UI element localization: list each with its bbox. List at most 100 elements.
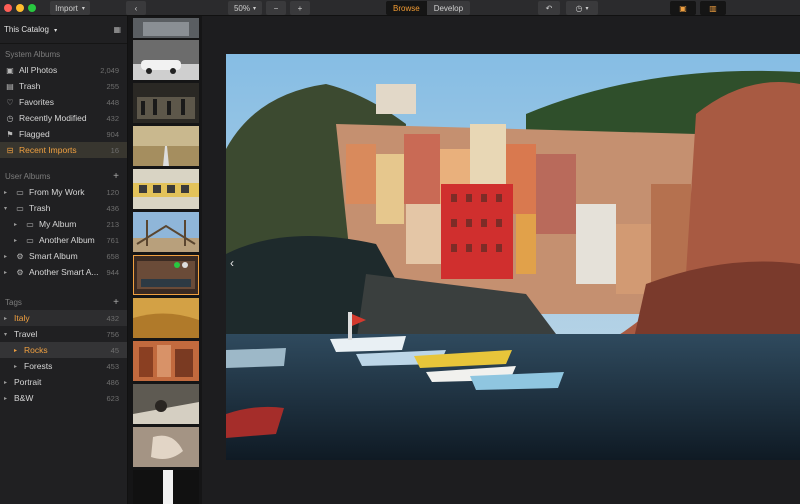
chevron-down-icon: ▾ [585,5,589,12]
main-photo[interactable] [226,54,800,460]
disclosure-icon[interactable]: ▸ [4,269,10,276]
tab-develop[interactable]: Develop [426,1,471,15]
thumbnail[interactable] [133,427,199,467]
disclosure-icon[interactable]: ▸ [14,363,20,370]
heart-icon: ♡ [6,97,14,107]
panel-icon: ▣ [679,3,687,13]
album-count: 944 [106,267,119,277]
album-label: All Photos [19,65,58,75]
thumbnail[interactable] [133,126,199,166]
album-from-my-work[interactable]: ▸ ▭ From My Work 120 [0,184,127,200]
album-trash[interactable]: ▤ Trash 255 [0,78,127,94]
album-recently-modified[interactable]: ◷ Recently Modified 432 [0,110,127,126]
plus-icon[interactable]: + [113,297,119,308]
back-button[interactable]: ‹ [126,1,146,15]
import-label: Import [55,3,78,13]
user-albums-header: User Albums + [0,168,127,184]
close-window-button[interactable] [4,3,12,12]
thumbnail[interactable] [133,255,199,295]
minimize-window-button[interactable] [16,3,24,12]
thumbnail[interactable] [133,18,199,38]
trash-icon: ▤ [6,81,14,91]
thumbnail[interactable] [133,83,199,123]
album-user-trash[interactable]: ▾ ▭ Trash 436 [0,200,127,216]
thumbnail[interactable] [133,341,199,381]
thumbnail[interactable] [133,40,199,80]
tag-label: Forests [24,361,53,371]
import-button[interactable]: Import ▾ [50,1,90,15]
album-label: From My Work [29,187,85,197]
tab-browse[interactable]: Browse [386,1,427,15]
import-icon: ⊟ [6,145,14,155]
album-count: 16 [110,145,119,155]
disclosure-icon[interactable]: ▸ [4,315,10,322]
album-count: 904 [106,129,119,139]
zoom-window-button[interactable] [28,3,36,12]
album-smart-album[interactable]: ▸ ⚙ Smart Album 658 [0,248,127,264]
album-my-album[interactable]: ▸ ▭ My Album 213 [0,216,127,232]
compare-view-button[interactable]: ▥ [700,1,726,15]
thumbnail[interactable] [133,212,199,252]
disclosure-icon[interactable]: ▸ [4,395,10,402]
tag-forests[interactable]: ▸ Forests 453 [0,358,127,374]
album-count: 658 [106,251,119,261]
tag-count: 486 [106,377,119,387]
single-view-button[interactable]: ▣ [670,1,696,15]
tag-italy[interactable]: ▸ Italy 432 [0,310,127,326]
album-label: Flagged [19,129,50,139]
tag-rocks[interactable]: ▸ Rocks 45 [0,342,127,358]
album-label: Another Smart A... [29,267,99,277]
undo-icon: ↶ [545,3,553,13]
tag-bw[interactable]: ▸ B&W 623 [0,390,127,406]
zoom-out-button[interactable]: − [266,1,286,15]
disclosure-icon[interactable]: ▸ [4,379,10,386]
history-button[interactable]: ◷ ▾ [566,1,598,15]
system-albums-title: System Albums [5,49,61,59]
tag-count: 756 [106,329,119,339]
disclosure-icon[interactable]: ▸ [14,237,20,244]
album-count: 120 [106,187,119,197]
album-label: Another Album [39,235,95,245]
chevron-down-icon: ▾ [81,5,85,12]
tag-label: Rocks [24,345,48,355]
disclosure-icon[interactable]: ▸ [14,347,20,354]
disclosure-icon[interactable]: ▸ [14,221,20,228]
chevron-down-icon: ▾ [253,5,257,12]
thumbnail[interactable] [133,169,199,209]
tags-title: Tags [5,297,22,307]
plus-icon: + [297,3,303,13]
photo-viewer: ‹ [202,16,800,504]
calendar-icon[interactable]: ▦ [113,25,121,34]
thumbnail[interactable] [133,384,199,424]
smart-album-icon: ⚙ [16,251,24,261]
undo-button[interactable]: ↶ [538,1,560,15]
album-another-smart-album[interactable]: ▸ ⚙ Another Smart A... 944 [0,264,127,280]
album-flagged[interactable]: ⚑ Flagged 904 [0,126,127,142]
album-count: 432 [106,113,119,123]
tag-label: Portrait [14,377,42,387]
catalog-selector[interactable]: This Catalog ▾ ▦ [0,16,127,44]
mode-switch: Browse Develop [386,1,471,15]
chevron-left-icon[interactable]: ‹ [230,256,234,270]
chevron-left-icon: ‹ [134,3,138,13]
album-all-photos[interactable]: ▣ All Photos 2,049 [0,62,127,78]
disclosure-icon[interactable]: ▸ [4,253,10,260]
user-albums-title: User Albums [5,171,51,181]
disclosure-open-icon[interactable]: ▾ [4,331,10,338]
album-favorites[interactable]: ♡ Favorites 448 [0,94,127,110]
tag-travel[interactable]: ▾ Travel 756 [0,326,127,342]
tag-portrait[interactable]: ▸ Portrait 486 [0,374,127,390]
album-recent-imports[interactable]: ⊟ Recent Imports 16 [0,142,127,158]
tag-count: 623 [106,393,119,403]
zoom-select[interactable]: 50% ▾ [228,1,262,15]
plus-icon[interactable]: + [113,171,119,182]
thumbnail[interactable] [133,470,199,504]
thumbnail[interactable] [133,298,199,338]
clock-icon: ◷ [575,3,583,13]
tag-label: Travel [14,329,38,339]
disclosure-icon[interactable]: ▸ [4,189,10,196]
sidebar: This Catalog ▾ ▦ System Albums ▣ All Pho… [0,16,128,504]
disclosure-open-icon[interactable]: ▾ [4,205,10,212]
zoom-in-button[interactable]: + [290,1,310,15]
album-another-album[interactable]: ▸ ▭ Another Album 761 [0,232,127,248]
